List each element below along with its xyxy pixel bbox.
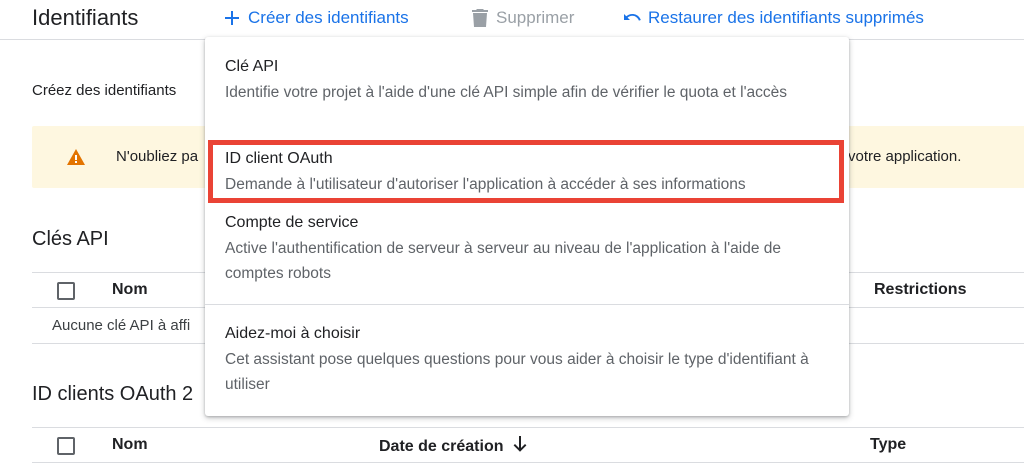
menu-item-title: ID client OAuth bbox=[225, 150, 333, 167]
restore-deleted-button[interactable]: Restaurer des identifiants supprimés bbox=[622, 8, 924, 28]
create-credentials-menu: Clé API Identifie votre projet à l'aide … bbox=[205, 37, 849, 416]
api-keys-col-restrictions[interactable]: Restrictions bbox=[874, 281, 966, 299]
menu-item-oauth-client-id[interactable]: ID client OAuth Demande à l'utilisateur … bbox=[205, 149, 849, 197]
oauth-col-created[interactable]: Date de création bbox=[379, 436, 527, 457]
menu-item-title: Aidez-moi à choisir bbox=[225, 325, 361, 342]
trash-icon bbox=[470, 8, 490, 28]
menu-item-title: Compte de service bbox=[225, 214, 359, 231]
menu-item-help-me-choose[interactable]: Aidez-moi à choisir Cet assistant pose q… bbox=[205, 324, 849, 397]
menu-item-api-key[interactable]: Clé API Identifie votre projet à l'aide … bbox=[205, 57, 849, 105]
restore-deleted-label: Restaurer des identifiants supprimés bbox=[648, 8, 924, 27]
menu-divider bbox=[205, 304, 849, 305]
create-credentials-label: Créer des identifiants bbox=[248, 8, 409, 27]
oauth-clients-title: ID clients OAuth 2 bbox=[32, 383, 194, 405]
warning-icon bbox=[66, 148, 86, 166]
oauth-clients-table-header: Nom Date de création Type bbox=[32, 427, 1024, 463]
menu-item-description: Active l'authentification de serveur à s… bbox=[225, 240, 782, 282]
api-keys-col-name[interactable]: Nom bbox=[112, 281, 148, 299]
menu-item-service-account[interactable]: Compte de service Active l'authentificat… bbox=[205, 213, 849, 286]
plus-icon bbox=[222, 8, 242, 28]
page-header: Identifiants Créer des identifiants Supp… bbox=[0, 0, 1024, 40]
oauth-col-name[interactable]: Nom bbox=[112, 436, 148, 454]
delete-button[interactable]: Supprimer bbox=[470, 8, 574, 28]
menu-item-description: Cet assistant pose quelques questions po… bbox=[225, 351, 809, 393]
delete-label: Supprimer bbox=[496, 8, 575, 27]
menu-item-description: Demande à l'utilisateur d'autoriser l'ap… bbox=[225, 176, 746, 193]
oauth-col-created-label: Date de création bbox=[379, 437, 504, 455]
warning-text-start: N'oubliez pa bbox=[116, 148, 199, 165]
warning-text-end: votre application. bbox=[848, 148, 962, 165]
create-credentials-button[interactable]: Créer des identifiants bbox=[222, 8, 409, 28]
menu-item-title: Clé API bbox=[225, 58, 279, 75]
api-keys-empty-text: Aucune clé API à affi bbox=[52, 317, 191, 334]
api-keys-title: Clés API bbox=[32, 228, 109, 250]
oauth-col-type[interactable]: Type bbox=[870, 436, 906, 454]
menu-item-description: Identifie votre projet à l'aide d'une cl… bbox=[225, 84, 788, 101]
select-all-oauth-clients-checkbox[interactable] bbox=[57, 437, 75, 455]
page-title: Identifiants bbox=[32, 5, 139, 30]
arrow-down-icon bbox=[513, 436, 527, 457]
select-all-api-keys-checkbox[interactable] bbox=[57, 282, 75, 300]
intro-text: Créez des identifiants bbox=[32, 82, 177, 99]
undo-icon bbox=[622, 8, 642, 28]
